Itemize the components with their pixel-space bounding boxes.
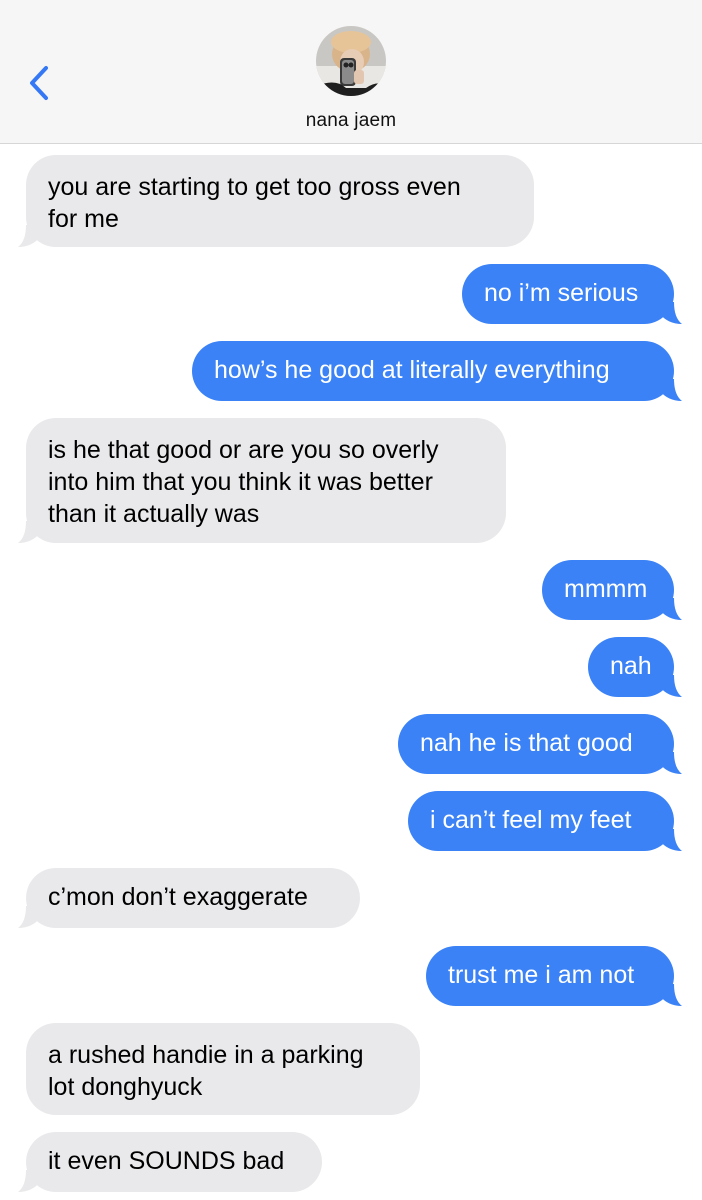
message-text: you are starting to get too gross even [48, 173, 461, 201]
message-bubble-sent[interactable]: nah [588, 637, 682, 697]
message-bubble-received[interactable]: a rushed handie in a parking lot donghyu… [26, 1023, 420, 1115]
message-text: c’mon don’t exaggerate [48, 883, 308, 911]
message-text: lot donghyuck [48, 1073, 203, 1101]
message-bubble-received[interactable]: is he that good or are you so overly int… [18, 418, 506, 543]
message-text: how’s he good at literally everything [214, 356, 610, 384]
message-text: i can’t feel my feet [430, 806, 632, 834]
message-text: nah [610, 652, 652, 680]
message-text: into him that you think it was better [48, 468, 433, 496]
contact-name: nana jaem [305, 110, 397, 131]
avatar [316, 26, 386, 96]
bubble-tail [18, 1170, 40, 1192]
message-text: is he that good or are you so overly [48, 436, 439, 464]
message-text: than it actually was [48, 500, 260, 528]
message-text: a rushed handie in a parking [48, 1041, 364, 1069]
bubble-tail [660, 302, 682, 324]
message-text: for me [48, 205, 119, 233]
message-bubble-received[interactable]: it even SOUNDS bad [18, 1132, 322, 1192]
bubble-tail [18, 521, 40, 543]
message-bubble-received[interactable]: you are starting to get too gross even f… [18, 155, 534, 247]
message-text: no i’m serious [484, 279, 639, 307]
message-text: nah he is that good [420, 729, 633, 757]
bubble-tail [660, 675, 682, 697]
bubble-tail [660, 829, 682, 851]
bubble-tail [660, 379, 682, 401]
message-bubble-sent[interactable]: no i’m serious [462, 264, 682, 324]
conversation-header: nana jaem [0, 0, 702, 144]
contact-info-button[interactable]: nana jaem [0, 26, 702, 132]
bubble-tail [660, 984, 682, 1006]
message-bubble-sent[interactable]: how’s he good at literally everything [192, 341, 682, 401]
bubble-tail [660, 598, 682, 620]
message-bubble-received[interactable]: c’mon don’t exaggerate [18, 868, 360, 928]
message-text: mmmm [564, 575, 648, 603]
message-bubble-sent[interactable]: nah he is that good [398, 714, 682, 774]
message-text: it even SOUNDS bad [48, 1147, 285, 1175]
bubble-tail [660, 752, 682, 774]
message-text: trust me i am not [448, 961, 635, 989]
message-bubble-sent[interactable]: mmmm [542, 560, 682, 620]
bubble-tail [18, 906, 40, 928]
message-bubble-sent[interactable]: trust me i am not [426, 946, 682, 1006]
message-bubble-sent[interactable]: i can’t feel my feet [408, 791, 682, 851]
messages-screen: nana jaem you are starting to get too gr… [0, 0, 702, 1200]
bubble-tail [18, 225, 40, 247]
